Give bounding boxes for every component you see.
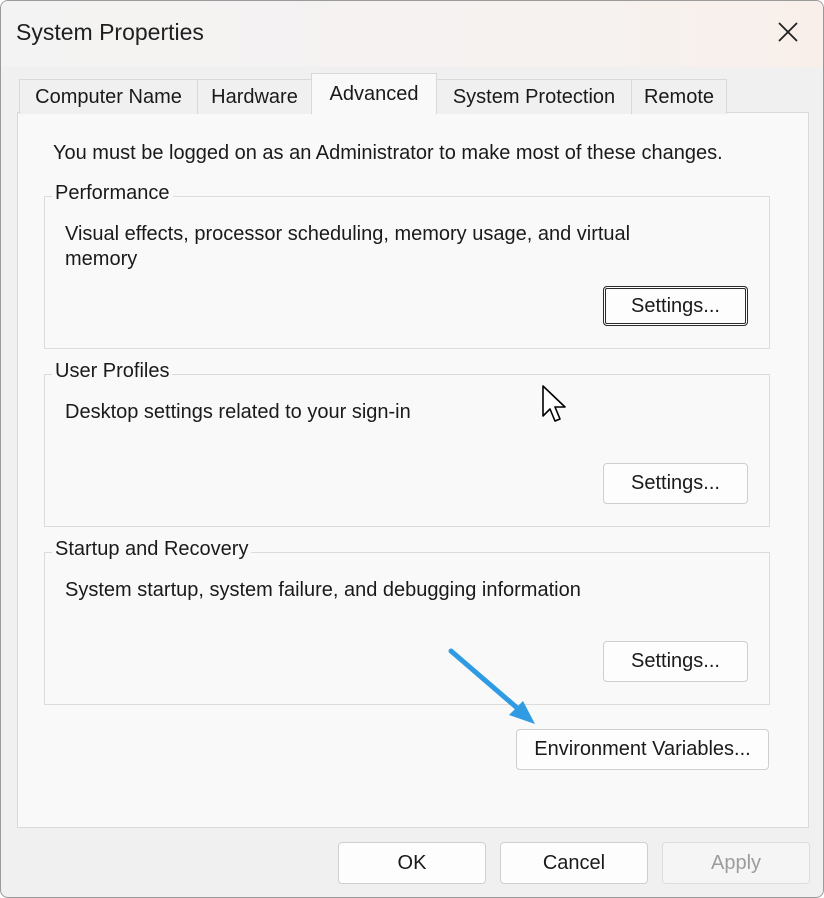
user-profiles-group: User Profiles Desktop settings related t… bbox=[44, 360, 770, 527]
cancel-button[interactable]: Cancel bbox=[500, 842, 648, 884]
environment-variables-button[interactable]: Environment Variables... bbox=[516, 729, 769, 770]
window-title: System Properties bbox=[16, 19, 204, 45]
tab-strip: Computer Name Hardware Advanced System P… bbox=[19, 73, 809, 114]
startup-recovery-description: System startup, system failure, and debu… bbox=[65, 579, 581, 601]
ok-button[interactable]: OK bbox=[338, 842, 486, 884]
tab-system-protection[interactable]: System Protection bbox=[436, 79, 632, 114]
performance-group: Performance Visual effects, processor sc… bbox=[44, 182, 770, 349]
startup-recovery-settings-button[interactable]: Settings... bbox=[603, 641, 748, 682]
user-profiles-description: Desktop settings related to your sign-in bbox=[65, 401, 411, 423]
tab-remote[interactable]: Remote bbox=[631, 79, 727, 114]
system-properties-window: System Properties Computer Name Hardware… bbox=[0, 0, 824, 898]
startup-recovery-title: Startup and Recovery bbox=[52, 538, 252, 561]
annotation-arrow-icon bbox=[448, 648, 535, 724]
mouse-pointer-icon bbox=[542, 385, 566, 422]
startup-recovery-group: Startup and Recovery System startup, sys… bbox=[44, 538, 770, 705]
close-icon bbox=[778, 22, 798, 42]
performance-title: Performance bbox=[52, 182, 173, 205]
performance-settings-button[interactable]: Settings... bbox=[603, 286, 748, 326]
title-bar[interactable]: System Properties bbox=[1, 1, 823, 67]
tab-computer-name[interactable]: Computer Name bbox=[19, 79, 198, 114]
close-button[interactable] bbox=[753, 1, 823, 63]
user-profiles-settings-button[interactable]: Settings... bbox=[603, 463, 748, 504]
tab-hardware[interactable]: Hardware bbox=[197, 79, 312, 114]
apply-button[interactable]: Apply bbox=[662, 842, 810, 884]
admin-notice: You must be logged on as an Administrato… bbox=[53, 142, 723, 164]
user-profiles-title: User Profiles bbox=[52, 360, 173, 383]
tab-advanced[interactable]: Advanced bbox=[311, 73, 437, 114]
performance-description: Visual effects, processor scheduling, me… bbox=[65, 223, 631, 270]
